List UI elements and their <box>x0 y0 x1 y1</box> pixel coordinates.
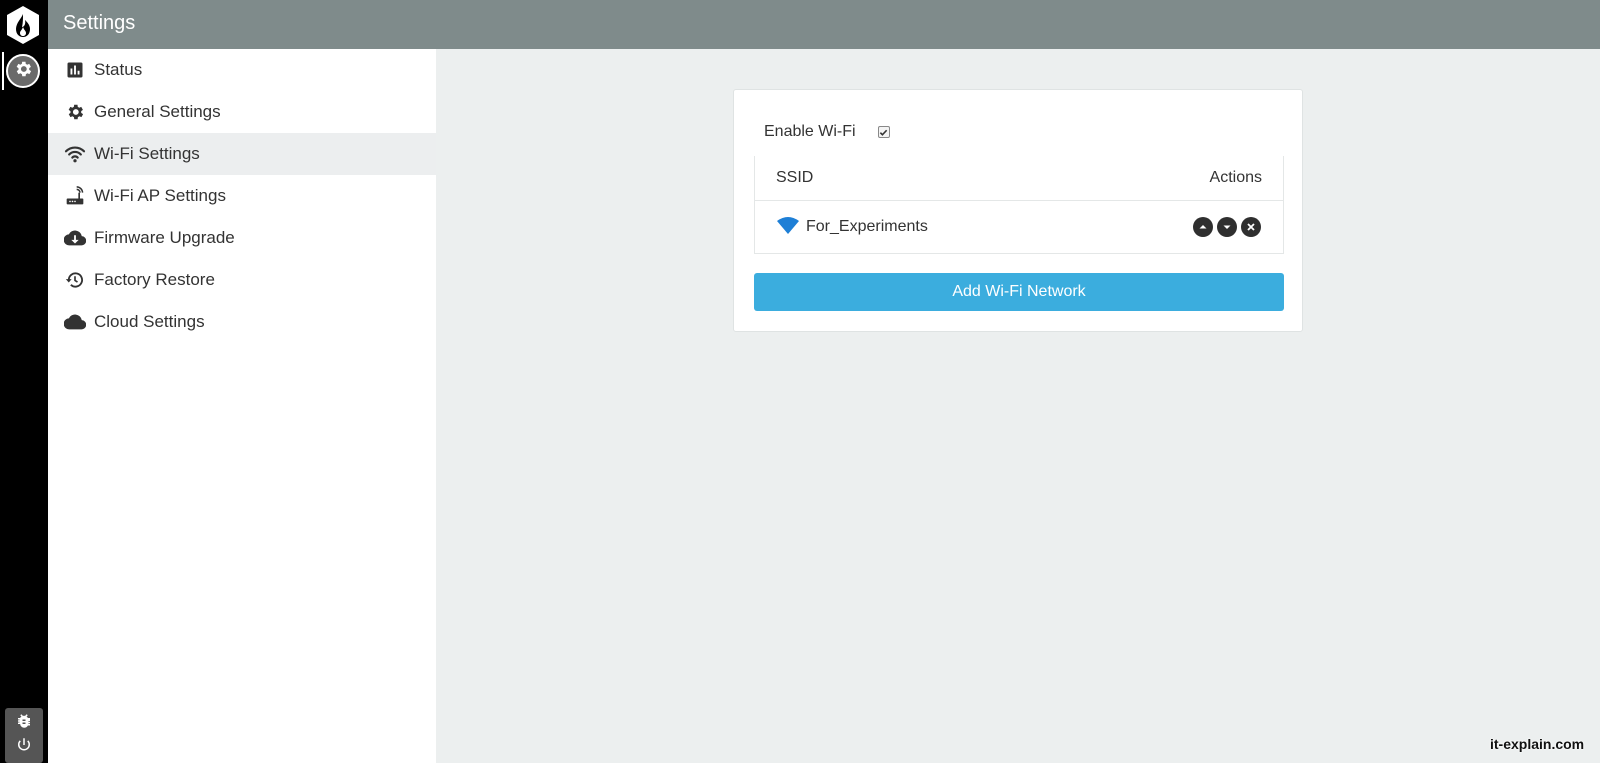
rail-bottom-panel <box>5 708 43 763</box>
sidebar-item-label: Wi-Fi Settings <box>94 144 200 163</box>
ssid-cell: For_Experiments <box>776 215 928 240</box>
top-header: Settings <box>48 0 1600 49</box>
enable-wifi-label: Enable Wi-Fi <box>764 123 856 140</box>
table-header: SSID Actions <box>755 156 1283 201</box>
sidebar-item-label: Status <box>94 60 143 79</box>
power-icon[interactable] <box>15 736 33 759</box>
add-wifi-network-button[interactable]: Add Wi-Fi Network <box>754 273 1284 311</box>
caret-down-icon <box>1223 225 1231 229</box>
watermark-text: it-explain.com <box>1490 736 1585 752</box>
column-header-actions: Actions <box>1209 169 1262 186</box>
wifi-icon <box>64 143 86 165</box>
sidebar-item-label: General Settings <box>94 102 221 121</box>
cloud-download-icon <box>64 227 86 249</box>
ssid-name: For_Experiments <box>806 218 928 235</box>
sidebar-item-label: Wi-Fi AP Settings <box>94 186 226 205</box>
sidebar-item-cloud-settings[interactable]: Cloud Settings <box>48 301 436 343</box>
rail-active-indicator <box>2 52 4 90</box>
bug-icon[interactable] <box>15 712 33 735</box>
gear-icon <box>13 59 33 84</box>
sidebar-item-wifi-settings[interactable]: Wi-Fi Settings <box>48 133 436 175</box>
router-icon <box>64 185 86 207</box>
sidebar-item-label: Firmware Upgrade <box>94 228 235 247</box>
rail-settings-button[interactable] <box>6 54 40 88</box>
move-up-button[interactable] <box>1193 217 1213 237</box>
wifi-networks-table: SSID Actions For_Experiments <box>754 156 1284 254</box>
close-icon <box>1247 223 1255 231</box>
sidebar-item-label: Factory Restore <box>94 270 215 289</box>
wifi-signal-icon <box>776 215 800 240</box>
app-rail <box>0 0 48 763</box>
wifi-settings-card: Enable Wi-Fi SSID Actions For_Experiment… <box>733 89 1303 332</box>
bar-chart-icon <box>64 59 86 81</box>
sidebar-item-wifi-ap-settings[interactable]: Wi-Fi AP Settings <box>48 175 436 217</box>
remove-network-button[interactable] <box>1241 217 1261 237</box>
caret-up-icon <box>1199 225 1207 229</box>
sidebar-item-label: Cloud Settings <box>94 312 205 331</box>
checkmark-icon <box>879 129 888 136</box>
sidebar-item-factory-restore[interactable]: Factory Restore <box>48 259 436 301</box>
page-title: Settings <box>63 12 136 34</box>
row-actions <box>1193 217 1261 237</box>
sidebar-item-general-settings[interactable]: General Settings <box>48 91 436 133</box>
gear-icon <box>64 101 86 123</box>
enable-wifi-checkbox[interactable] <box>877 126 890 138</box>
table-row: For_Experiments <box>755 201 1283 253</box>
column-header-ssid: SSID <box>776 169 814 186</box>
sidebar-item-status[interactable]: Status <box>48 49 436 91</box>
enable-wifi-row: Enable Wi-Fi <box>764 123 890 141</box>
move-down-button[interactable] <box>1217 217 1237 237</box>
settings-sidebar: Status General Settings Wi-Fi Settings W… <box>48 49 436 763</box>
history-icon <box>64 269 86 291</box>
app-logo-icon[interactable] <box>5 5 41 45</box>
sidebar-item-firmware-upgrade[interactable]: Firmware Upgrade <box>48 217 436 259</box>
cloud-icon <box>64 311 86 333</box>
